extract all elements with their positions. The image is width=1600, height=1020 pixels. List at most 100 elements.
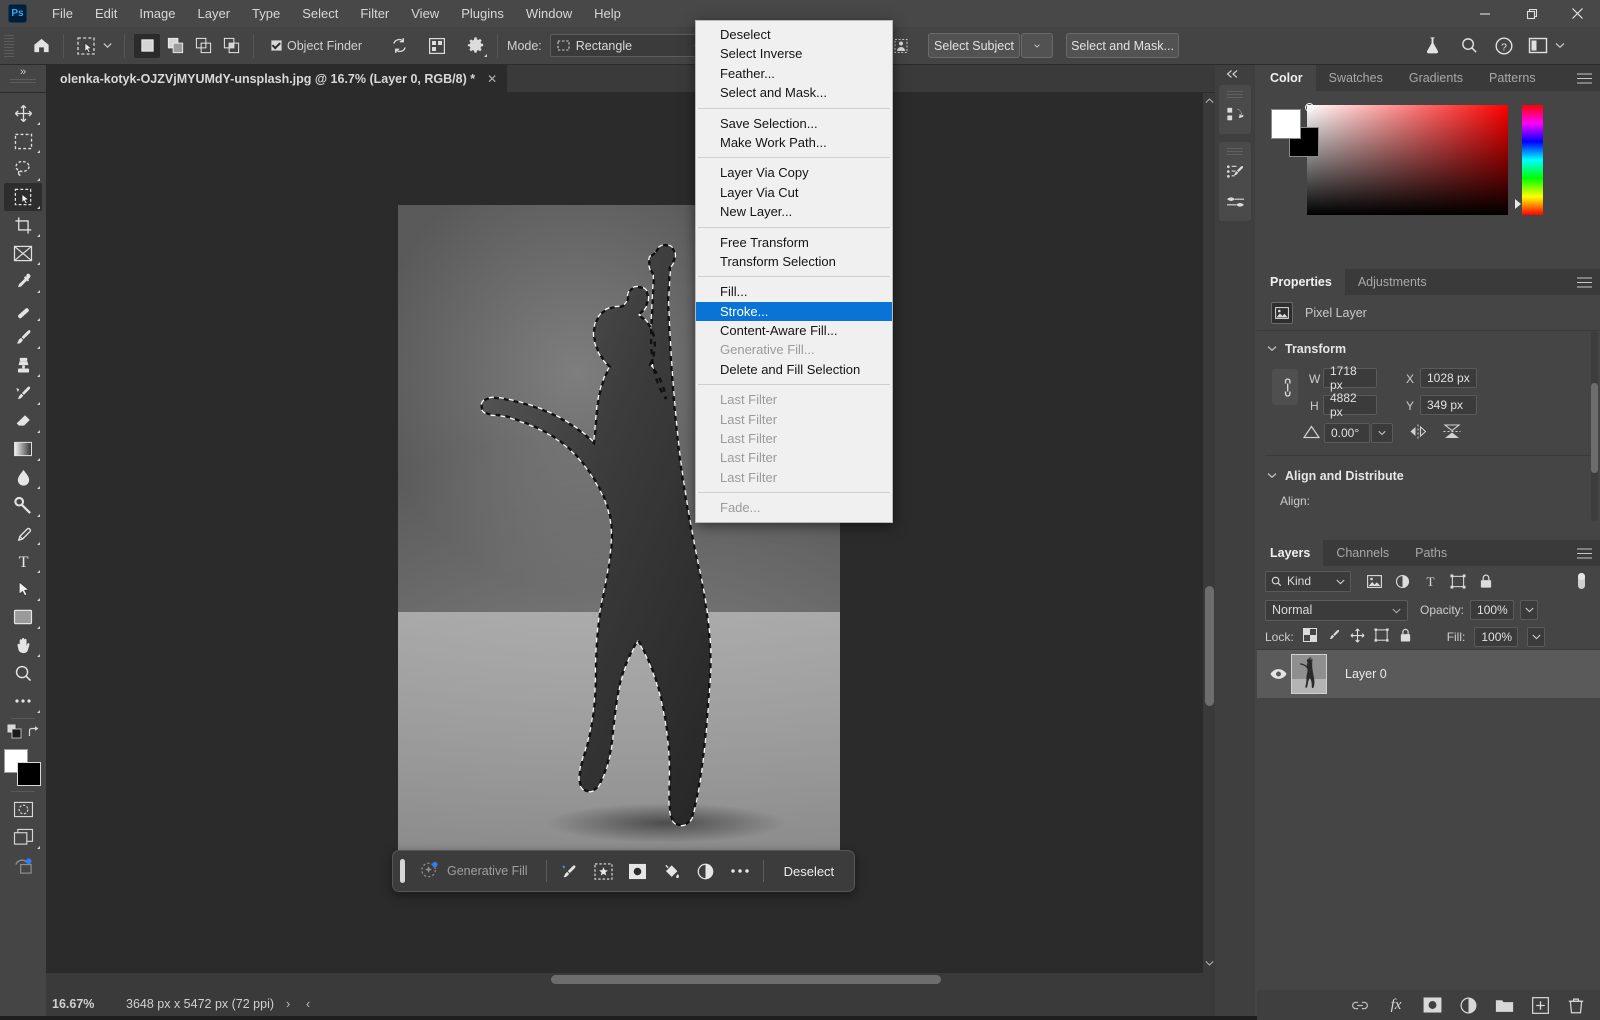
workspace-icon[interactable] (1525, 33, 1551, 59)
layer-style-fx-icon[interactable]: fx (1386, 995, 1406, 1015)
select-and-mask-brush-icon[interactable] (553, 856, 587, 886)
minimize-button[interactable] (1462, 0, 1508, 27)
lock-transparent-pixels-icon[interactable] (1302, 628, 1317, 645)
select-subject-dropdown[interactable] (1021, 33, 1053, 58)
object-selection-tool[interactable] (4, 183, 42, 211)
color-picker-field[interactable] (1305, 103, 1508, 215)
transform-angle-dropdown[interactable] (1371, 423, 1393, 443)
toolbar-expand-column[interactable]: » (0, 65, 46, 92)
canvas-area[interactable]: Generative Fill Deselect (46, 93, 1215, 973)
tab-swatches[interactable]: Swatches (1316, 65, 1396, 91)
scroll-up-arrow-icon[interactable] (1203, 95, 1215, 109)
properties-scroll-thumb[interactable] (1591, 383, 1598, 473)
screen-mode-icon[interactable] (4, 823, 42, 851)
flip-vertical-icon[interactable] (1442, 421, 1462, 444)
filter-smart-object-icon[interactable] (1475, 570, 1497, 592)
lock-artboard-nesting-icon[interactable] (1374, 627, 1390, 646)
transform-y-field[interactable]: 349 px (1420, 395, 1477, 415)
context-menu-item[interactable]: Free Transform (696, 233, 892, 252)
scroll-down-arrow-icon[interactable] (1203, 957, 1215, 971)
transform-section-title[interactable]: Transform (1257, 335, 1600, 363)
history-panel-icon[interactable] (1219, 100, 1251, 130)
fill-field[interactable]: 100% (1474, 626, 1519, 647)
context-menu-item[interactable]: Layer Via Copy (696, 163, 892, 182)
menu-image[interactable]: Image (128, 2, 186, 25)
add-to-selection-button[interactable] (162, 34, 188, 58)
options-bar-grip[interactable] (4, 34, 14, 57)
menu-select[interactable]: Select (291, 2, 349, 25)
menu-edit[interactable]: Edit (84, 2, 128, 25)
edit-toolbar-ellipsis[interactable] (4, 687, 42, 715)
menu-file[interactable]: File (41, 2, 84, 25)
lock-position-icon[interactable] (1350, 628, 1365, 646)
hand-tool[interactable] (4, 631, 42, 659)
canvas-hscroll-thumb[interactable] (551, 975, 941, 984)
flip-horizontal-icon[interactable] (1407, 424, 1429, 442)
tab-gradients[interactable]: Gradients (1396, 65, 1476, 91)
menu-help[interactable]: Help (583, 2, 632, 25)
document-tab[interactable]: olenka-kotyk-OJZVjMYUMdY-unsplash.jpg @ … (46, 65, 508, 93)
transform-h-field[interactable]: 4882 px (1323, 391, 1377, 419)
swap-colors-icon[interactable] (27, 725, 39, 741)
opacity-field[interactable]: 100% (1470, 600, 1515, 620)
zoom-level[interactable]: 16.67% (52, 997, 94, 1011)
show-all-objects-icon[interactable] (424, 33, 450, 59)
contextual-taskbar-drag-handle[interactable] (400, 859, 405, 883)
pen-tool[interactable] (4, 519, 42, 547)
blend-mode-dropdown[interactable]: Normal (1265, 599, 1408, 621)
context-menu-item[interactable]: Save Selection... (696, 114, 892, 133)
tab-paths[interactable]: Paths (1402, 540, 1460, 566)
toolbar-expand-chevron-icon[interactable]: » (20, 65, 26, 79)
context-menu-item[interactable]: Layer Via Cut (696, 183, 892, 202)
menu-view[interactable]: View (400, 2, 450, 25)
dock-collapse-chevron-icon[interactable] (1225, 68, 1239, 82)
invert-selection-icon[interactable] (587, 856, 621, 886)
filter-pixel-icon[interactable] (1363, 570, 1385, 592)
rail-grip[interactable] (1227, 91, 1243, 98)
context-menu-item[interactable]: Deselect (696, 25, 892, 44)
new-selection-button[interactable] (134, 33, 160, 58)
crop-tool[interactable] (4, 211, 42, 239)
lock-image-pixels-icon[interactable] (1326, 628, 1341, 646)
context-menu-item[interactable]: Make Work Path... (696, 133, 892, 152)
shape-tool[interactable] (4, 603, 42, 631)
generative-fill-button[interactable]: Generative Fill (413, 856, 540, 886)
intersect-with-selection-button[interactable] (218, 34, 244, 58)
selection-context-menu[interactable]: Deselect Select Inverse Feather... Select a… (695, 20, 893, 523)
help-icon[interactable]: ? (1491, 33, 1517, 59)
quick-mask-icon[interactable] (4, 795, 42, 823)
add-layer-mask-icon[interactable] (1422, 995, 1442, 1015)
rectangular-marquee-tool[interactable] (4, 127, 42, 155)
delete-layer-icon[interactable] (1566, 995, 1586, 1015)
home-icon[interactable] (28, 33, 54, 59)
context-menu-item[interactable]: Select Inverse (696, 44, 892, 63)
layer-visibility-eye-icon[interactable] (1265, 668, 1291, 680)
status-prev-arrow[interactable]: ‹ (306, 997, 310, 1011)
layer-name[interactable]: Layer 0 (1345, 667, 1387, 681)
history-brush-tool[interactable] (4, 379, 42, 407)
blur-tool[interactable] (4, 463, 42, 491)
color-swatches[interactable] (3, 748, 43, 788)
labs-flask-icon[interactable] (1419, 33, 1445, 59)
transform-w-field[interactable]: 1718 px (1323, 364, 1377, 392)
dodge-tool[interactable] (4, 491, 42, 519)
document-tab-close-icon[interactable]: ✕ (487, 72, 497, 86)
canvas-horizontal-scrollbar[interactable] (46, 973, 1201, 986)
frame-tool[interactable] (4, 239, 42, 267)
brush-settings-panel-icon[interactable] (1219, 157, 1251, 187)
search-icon[interactable] (1456, 33, 1482, 59)
new-group-icon[interactable] (1494, 995, 1514, 1015)
eyedropper-tool[interactable] (4, 267, 42, 295)
refresh-icon[interactable] (386, 33, 412, 59)
mode-dropdown[interactable]: Rectangle (549, 34, 710, 57)
transform-x-field[interactable]: 1028 px (1420, 368, 1477, 388)
add-mask-icon[interactable] (621, 856, 655, 886)
select-and-mask-button[interactable]: Select and Mask... (1066, 33, 1179, 58)
eraser-tool[interactable] (4, 407, 42, 435)
link-wh-icon[interactable] (1272, 369, 1298, 405)
filter-adjustment-icon[interactable] (1391, 570, 1413, 592)
context-menu-item[interactable]: Delete and Fill Selection (696, 360, 892, 379)
layer-thumbnail[interactable] (1291, 654, 1327, 694)
layer-filter-kind-dropdown[interactable]: Kind (1265, 570, 1351, 592)
lasso-tool[interactable] (4, 155, 42, 183)
